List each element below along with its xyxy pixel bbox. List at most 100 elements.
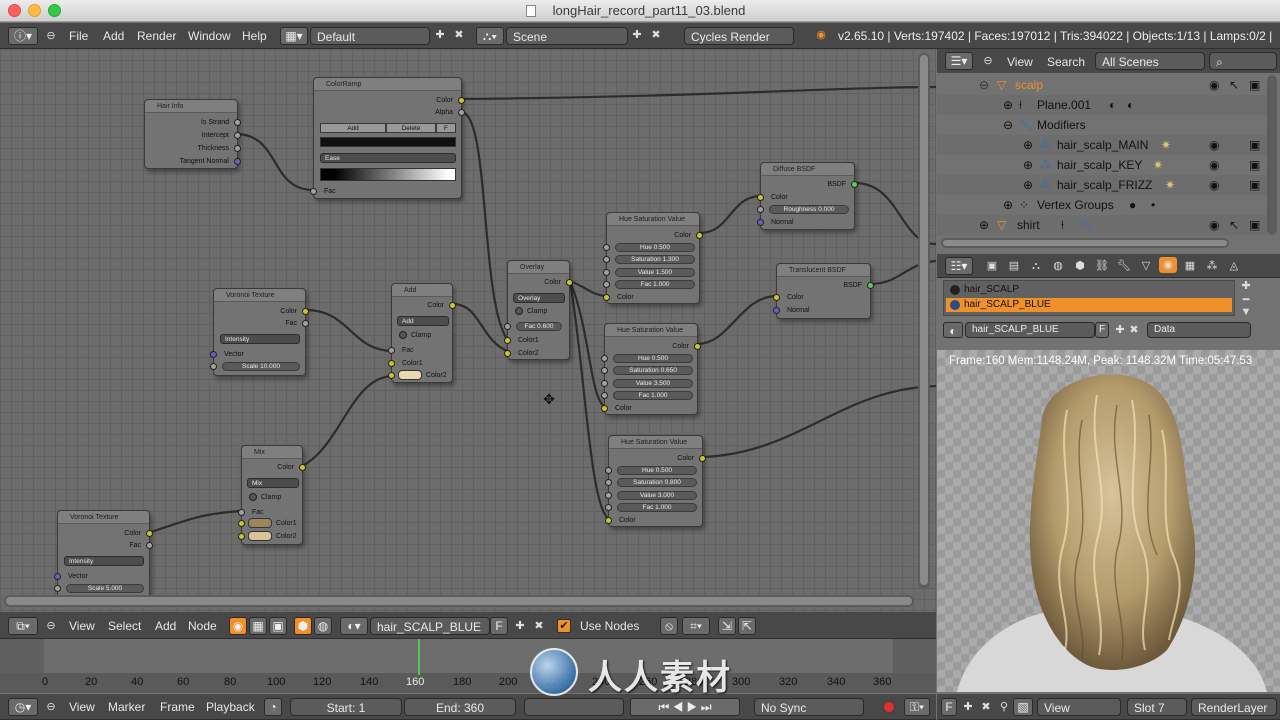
render-result-view[interactable]: Frame:160 Mem:1148.24M, Peak: 1148.32M T… — [937, 350, 1280, 692]
outliner-item-hair-main[interactable]: ⊕ ⁂ hair_scalp_MAIN ✷ ◉ ▣ — [937, 135, 1267, 155]
input-socket[interactable] — [605, 479, 612, 486]
render-layer-select[interactable]: RenderLayer — [1191, 698, 1277, 716]
snap-element-icon[interactable]: ⌗▾ — [682, 617, 710, 635]
view-mode-select[interactable]: View — [1037, 698, 1121, 716]
input-socket[interactable] — [603, 281, 610, 288]
record-icon[interactable] — [882, 700, 896, 714]
colorramp-delete-button[interactable]: Delete — [386, 123, 436, 133]
material-browse-icon[interactable]: ◐▾ — [340, 617, 368, 635]
input-socket[interactable] — [605, 504, 612, 511]
material-tab-icon[interactable]: ◉ — [1159, 257, 1177, 273]
expand-icon[interactable]: ⊕ — [1003, 195, 1013, 215]
input-socket[interactable] — [605, 492, 612, 499]
unlink-material-icon[interactable]: ✖ — [1127, 322, 1141, 338]
editor-type-info-button[interactable]: ⓘ▾ — [8, 27, 38, 45]
node-editor-hscrollbar[interactable] — [4, 595, 914, 607]
node-diffuse-bsdf[interactable]: Diffuse BSDF BSDF Color Roughness 0.000 … — [757, 162, 858, 230]
input-socket[interactable] — [603, 294, 610, 301]
menu-search[interactable]: Search — [1047, 49, 1085, 75]
object-tab-icon[interactable]: ⬢ — [1071, 258, 1089, 274]
outliner-item-hair-frizz[interactable]: ⊕ ⁂ hair_scalp_FRIZZ ✷ ◉ ▣ — [937, 175, 1267, 195]
unlink-image-icon[interactable]: ✖ — [979, 699, 993, 715]
hue-field[interactable]: Hue 0.500 — [617, 466, 697, 475]
voronoi-scale-field[interactable]: Scale 5.000 — [66, 584, 144, 593]
collapse-icon[interactable]: ⊖ — [1003, 115, 1013, 135]
output-socket[interactable] — [566, 279, 573, 286]
node-mix[interactable]: Mix Color Mix Clamp Fac Color1 Color2 — [238, 445, 306, 545]
particles-tab-icon[interactable]: ⁂ — [1203, 258, 1221, 274]
output-socket[interactable] — [867, 282, 874, 289]
input-socket[interactable] — [210, 363, 217, 370]
material-slot[interactable]: hair_SCALP — [946, 283, 1232, 297]
collapse-menu-icon[interactable]: ⊖ — [44, 699, 58, 715]
input-socket[interactable] — [603, 256, 610, 263]
node-editor-vscrollbar[interactable] — [918, 53, 930, 589]
output-socket[interactable] — [234, 158, 241, 165]
add-layout-icon[interactable]: ✚ — [432, 27, 448, 43]
material-browse-icon[interactable]: ◐ — [943, 322, 963, 338]
colorramp-add-button[interactable]: Add — [320, 123, 386, 133]
output-socket[interactable] — [851, 181, 858, 188]
collapse-icon[interactable]: ⊖ — [979, 75, 989, 95]
clamp-checkbox[interactable] — [399, 331, 407, 339]
fac-field[interactable]: Fac 1.000 — [615, 280, 695, 289]
collapse-menu-icon[interactable]: ⊖ — [44, 618, 58, 634]
minimize-window-button[interactable] — [28, 4, 41, 17]
fake-user-button[interactable]: F — [1095, 322, 1109, 338]
fake-user-button[interactable]: F — [941, 698, 957, 716]
texture-nodes-icon[interactable]: ▣ — [269, 617, 287, 635]
render-camera-icon[interactable]: ▣ — [1249, 75, 1260, 95]
output-socket[interactable] — [696, 232, 703, 239]
world-tab-icon[interactable]: ◍ — [1049, 258, 1067, 274]
clamp-checkbox[interactable] — [515, 307, 523, 315]
use-nodes-checkbox[interactable]: ✔ — [557, 619, 571, 633]
render-camera-icon[interactable]: ▣ — [1249, 215, 1260, 235]
expand-icon[interactable]: ⊕ — [1023, 155, 1033, 175]
menu-help[interactable]: Help — [242, 23, 267, 49]
collapse-menu-icon[interactable]: ⊖ — [44, 28, 58, 44]
colorramp-gradient[interactable] — [320, 168, 456, 181]
blend-mode-select[interactable]: Add — [397, 316, 449, 326]
pin-icon[interactable]: ⚲ — [997, 699, 1011, 715]
remove-scene-icon[interactable]: ✖ — [648, 27, 664, 43]
render-engine-select[interactable]: Cycles Render — [684, 27, 794, 45]
constraints-tab-icon[interactable]: ⛓ — [1093, 258, 1111, 274]
display-mode-select[interactable]: All Scenes — [1095, 52, 1205, 70]
current-frame-marker[interactable] — [418, 639, 420, 675]
copy-nodes-icon[interactable]: ⇲ — [718, 617, 736, 635]
input-socket[interactable] — [388, 360, 395, 367]
value-field[interactable]: Value 3.500 — [613, 379, 693, 388]
hue-field[interactable]: Hue 0.500 — [613, 354, 693, 363]
object-shader-icon[interactable]: ⬢ — [294, 617, 312, 635]
editor-type-node-button[interactable]: ⧉▾ — [8, 617, 38, 635]
node-translucent-bsdf[interactable]: Translucent BSDF BSDF Color Normal — [773, 263, 874, 319]
unlink-material-icon[interactable]: ✖ — [531, 618, 547, 634]
render-slot-select[interactable]: Slot 7 — [1127, 698, 1187, 716]
voronoi-mode-select[interactable]: Intensity — [220, 334, 300, 344]
node-hair-info[interactable]: Hair Info Is Strand Intercept Thickness … — [144, 99, 241, 169]
new-image-icon[interactable]: ✚ — [961, 699, 975, 715]
input-socket[interactable] — [238, 520, 245, 527]
input-socket[interactable] — [601, 405, 608, 412]
menu-render[interactable]: Render — [137, 23, 176, 49]
outliner-item-shirt[interactable]: ⊕ ▽ shirt ⍿ 🔧︎ ◉ ↖ ▣ — [937, 215, 1267, 235]
outliner[interactable]: ⊖ ▽ scalp ◉ ↖ ▣ ⊕ ⍿ Plane.001 ◐ ◐ ⊖ 🔧︎ M… — [937, 73, 1280, 253]
texture-tab-icon[interactable]: ▦ — [1181, 258, 1199, 274]
expand-icon[interactable]: ⊕ — [1023, 175, 1033, 195]
close-window-button[interactable] — [8, 4, 21, 17]
menu-playback[interactable]: Playback — [206, 694, 255, 720]
menu-frame[interactable]: Frame — [160, 694, 195, 720]
input-socket[interactable] — [605, 467, 612, 474]
visibility-eye-icon[interactable]: ◉ — [1209, 75, 1219, 95]
node-editor[interactable]: Hair Info Is Strand Intercept Thickness … — [0, 49, 936, 612]
colorramp-active-color[interactable] — [320, 137, 456, 147]
node-hue-saturation-value-3[interactable]: Hue Saturation Value Color Hue 0.500 Sat… — [605, 435, 706, 527]
saturation-field[interactable]: Saturation 1.300 — [615, 255, 695, 264]
timeline[interactable]: 0 20 40 60 80 100 120 140 160 180 200 22… — [0, 639, 936, 693]
value-field[interactable]: Value 1.500 — [615, 268, 695, 277]
input-socket[interactable] — [504, 337, 511, 344]
outliner-search-field[interactable]: ⌕ — [1209, 52, 1277, 70]
colorramp-interp-select[interactable]: Ease — [320, 153, 456, 163]
visibility-eye-icon[interactable]: ◉ — [1209, 175, 1219, 195]
menu-node[interactable]: Node — [188, 613, 217, 639]
